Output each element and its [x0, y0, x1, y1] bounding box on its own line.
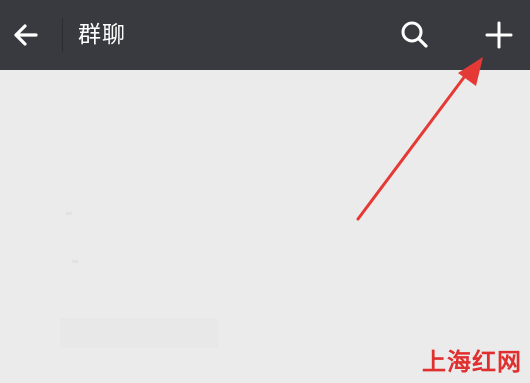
title-bar: 群聊 [0, 0, 530, 70]
search-button[interactable] [396, 16, 434, 54]
page-title: 群聊 [78, 22, 126, 48]
arrow-left-icon [14, 24, 38, 46]
faint-mark [66, 212, 72, 215]
faint-mark [72, 260, 78, 263]
plus-icon [485, 21, 513, 49]
back-button[interactable] [6, 15, 46, 55]
toolbar-divider [62, 18, 63, 52]
search-icon [401, 21, 428, 48]
watermark-logo: 上海红网 [422, 347, 522, 376]
faint-placeholder [60, 318, 218, 348]
add-button[interactable] [480, 16, 518, 54]
